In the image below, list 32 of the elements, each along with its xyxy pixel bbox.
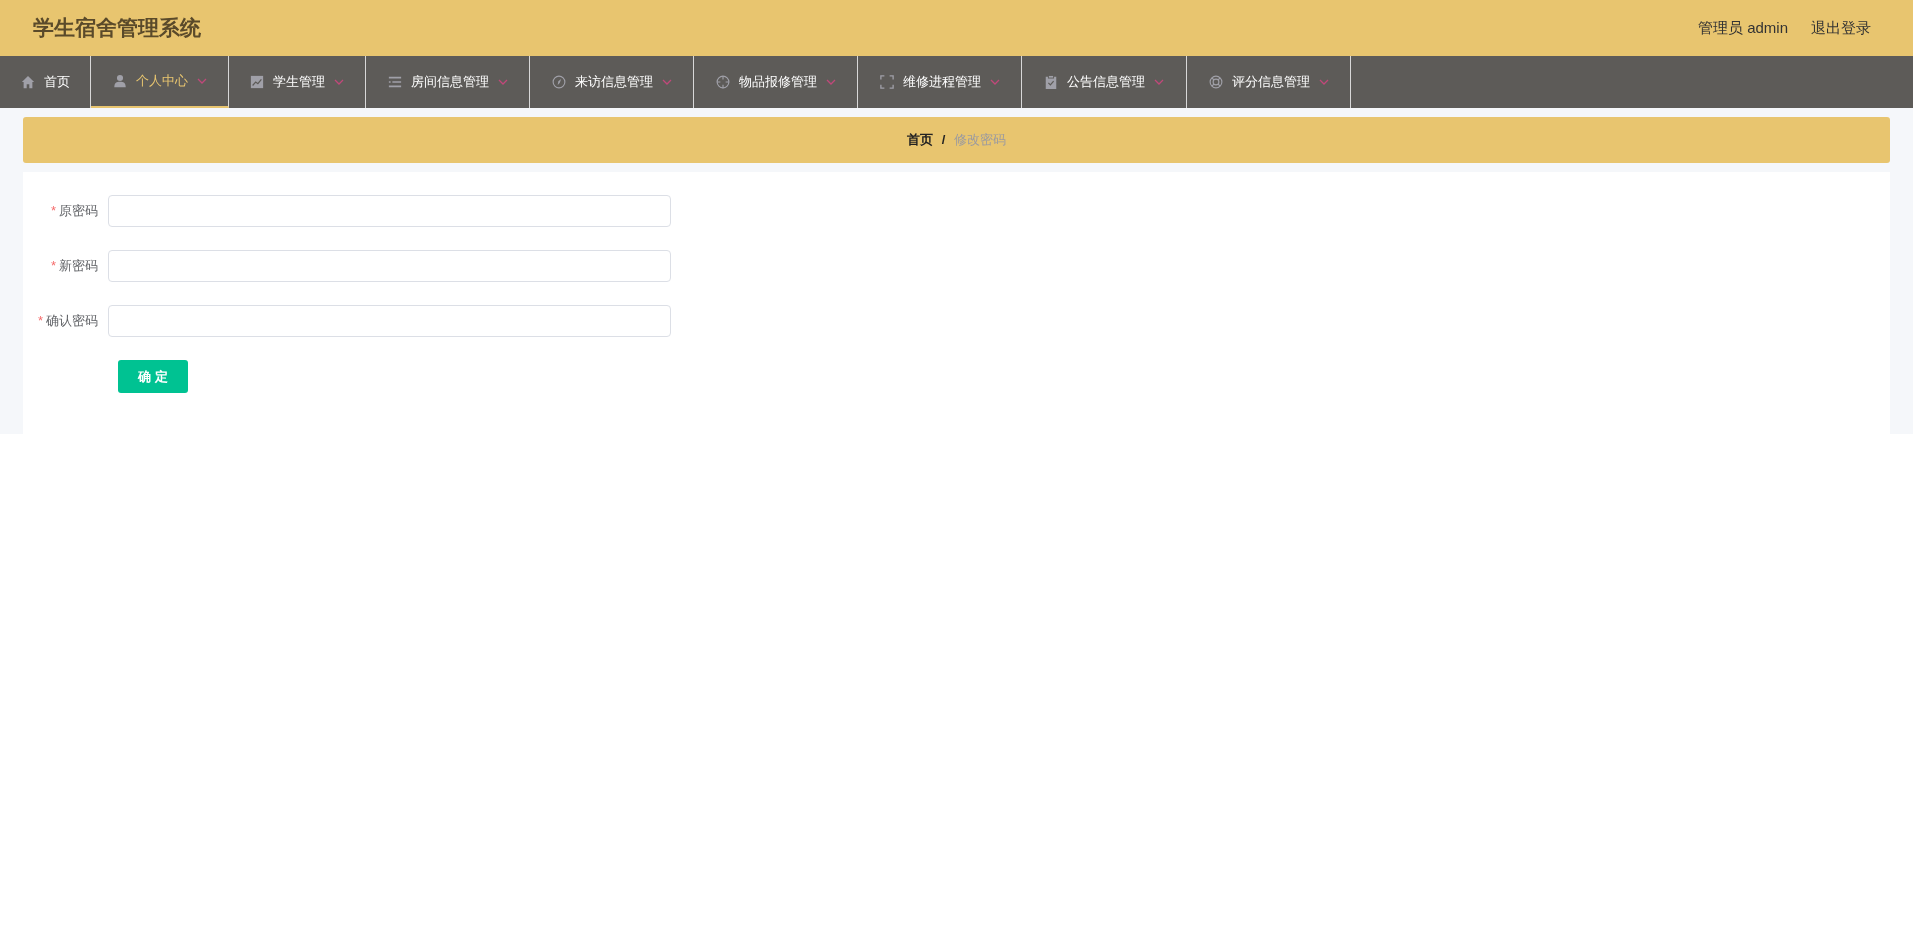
list-icon <box>387 75 402 89</box>
frame-corners-icon <box>879 75 894 89</box>
chart-icon <box>250 75 264 89</box>
breadcrumb-link[interactable]: 首页 <box>906 130 933 150</box>
chevron-down-icon <box>1318 79 1329 85</box>
breadcrumb-current: 修改密码 <box>954 131 1007 150</box>
password-field[interactable] <box>108 305 671 337</box>
chevron-down-icon <box>196 78 207 84</box>
field-label: 原密码 <box>59 202 98 221</box>
ring-icon <box>1208 75 1223 89</box>
user-icon <box>112 74 127 88</box>
chevron-down-icon <box>1154 79 1164 85</box>
crosshair-icon <box>715 75 730 89</box>
compass-icon <box>551 75 566 89</box>
chevron-down-icon <box>989 79 1000 85</box>
logout-link[interactable]: 退出登录 <box>1811 16 1871 40</box>
required-mark: * <box>50 202 56 221</box>
field-label: 新密码 <box>59 257 98 276</box>
field-label: 确认密码 <box>46 312 98 331</box>
chevron-down-icon <box>497 79 508 85</box>
home-icon <box>20 75 35 89</box>
chevron-down-icon <box>825 79 836 85</box>
chevron-down-icon <box>334 79 344 85</box>
user-label: 管理员 admin <box>1697 17 1788 38</box>
clipboard-check-icon <box>1044 75 1058 89</box>
breadcrumb-separator: / <box>941 131 946 150</box>
required-mark: * <box>37 312 43 331</box>
password-field[interactable] <box>108 250 671 282</box>
required-mark: * <box>50 257 56 276</box>
password-field[interactable] <box>108 195 671 227</box>
chevron-down-icon <box>661 79 672 85</box>
app-title: 学生宿舍管理系统 <box>33 15 201 42</box>
